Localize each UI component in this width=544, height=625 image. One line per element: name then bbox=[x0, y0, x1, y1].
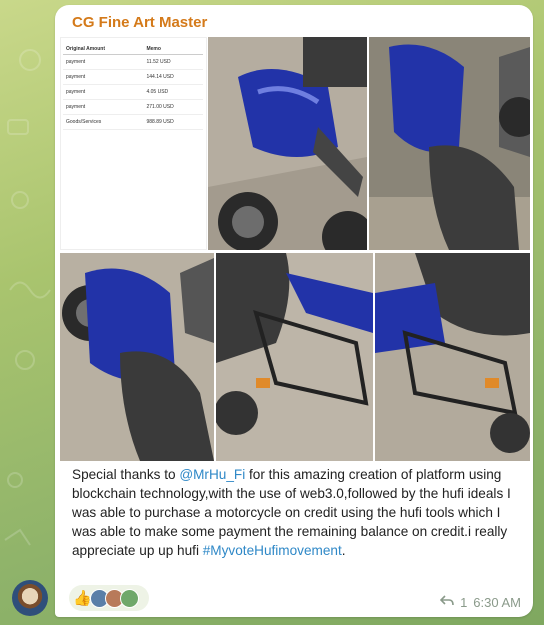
table-cell: 144.14 USD bbox=[143, 69, 203, 85]
table-cell: 11.52 USD bbox=[143, 54, 203, 70]
reactor-avatar bbox=[119, 588, 139, 608]
sender-avatar[interactable] bbox=[12, 580, 48, 616]
motorcycle-photo[interactable] bbox=[60, 253, 214, 461]
caption-text: Special thanks to bbox=[72, 467, 180, 482]
motorcycle-photo[interactable] bbox=[375, 253, 530, 461]
table-cell: 271.00 USD bbox=[143, 99, 203, 115]
hashtag-link[interactable]: #MyvoteHufimovement bbox=[203, 543, 342, 558]
table-row: Goods/Services 988.89 USD bbox=[63, 114, 203, 130]
table-row: payment 271.00 USD bbox=[63, 99, 203, 115]
table-row: payment 11.52 USD bbox=[63, 54, 203, 70]
message-footer: 1 6:30 AM bbox=[439, 595, 521, 610]
caption-text: . bbox=[341, 543, 346, 558]
table-cell: payment bbox=[63, 99, 144, 115]
reply-count[interactable]: 1 bbox=[460, 595, 467, 610]
sender-name[interactable]: CG Fine Art Master bbox=[72, 14, 207, 31]
table-cell: 4.05 USD bbox=[143, 84, 203, 100]
transaction-table: Original Amount Memo payment 11.52 USD p… bbox=[63, 44, 203, 130]
reactions-chip[interactable]: 👍 bbox=[69, 585, 149, 611]
motorcycle-photo[interactable] bbox=[216, 253, 373, 461]
table-cell: 988.89 USD bbox=[143, 114, 203, 130]
transaction-screenshot-photo[interactable]: Original Amount Memo payment 11.52 USD p… bbox=[60, 37, 207, 250]
motorcycle-photo[interactable] bbox=[369, 37, 530, 250]
reply-arrow-icon[interactable] bbox=[439, 595, 454, 610]
column-header: Original Amount bbox=[63, 44, 144, 55]
table-cell: Goods/Services bbox=[63, 114, 144, 130]
table-row: payment 4.05 USD bbox=[63, 84, 203, 100]
table-cell: payment bbox=[63, 84, 144, 100]
message-caption: Special thanks to @MrHu_Fi for this amaz… bbox=[72, 465, 524, 560]
table-row: payment 144.14 USD bbox=[63, 69, 203, 85]
thumbs-up-icon: 👍 bbox=[73, 590, 92, 607]
table-cell: payment bbox=[63, 54, 144, 70]
user-mention-link[interactable]: @MrHu_Fi bbox=[179, 467, 245, 482]
table-cell: payment bbox=[63, 69, 144, 85]
message-bubble: CG Fine Art Master Original Amount Memo … bbox=[55, 5, 533, 617]
motorcycle-photo[interactable] bbox=[208, 37, 367, 250]
message-time: 6:30 AM bbox=[473, 595, 521, 610]
column-header: Memo bbox=[143, 44, 203, 55]
